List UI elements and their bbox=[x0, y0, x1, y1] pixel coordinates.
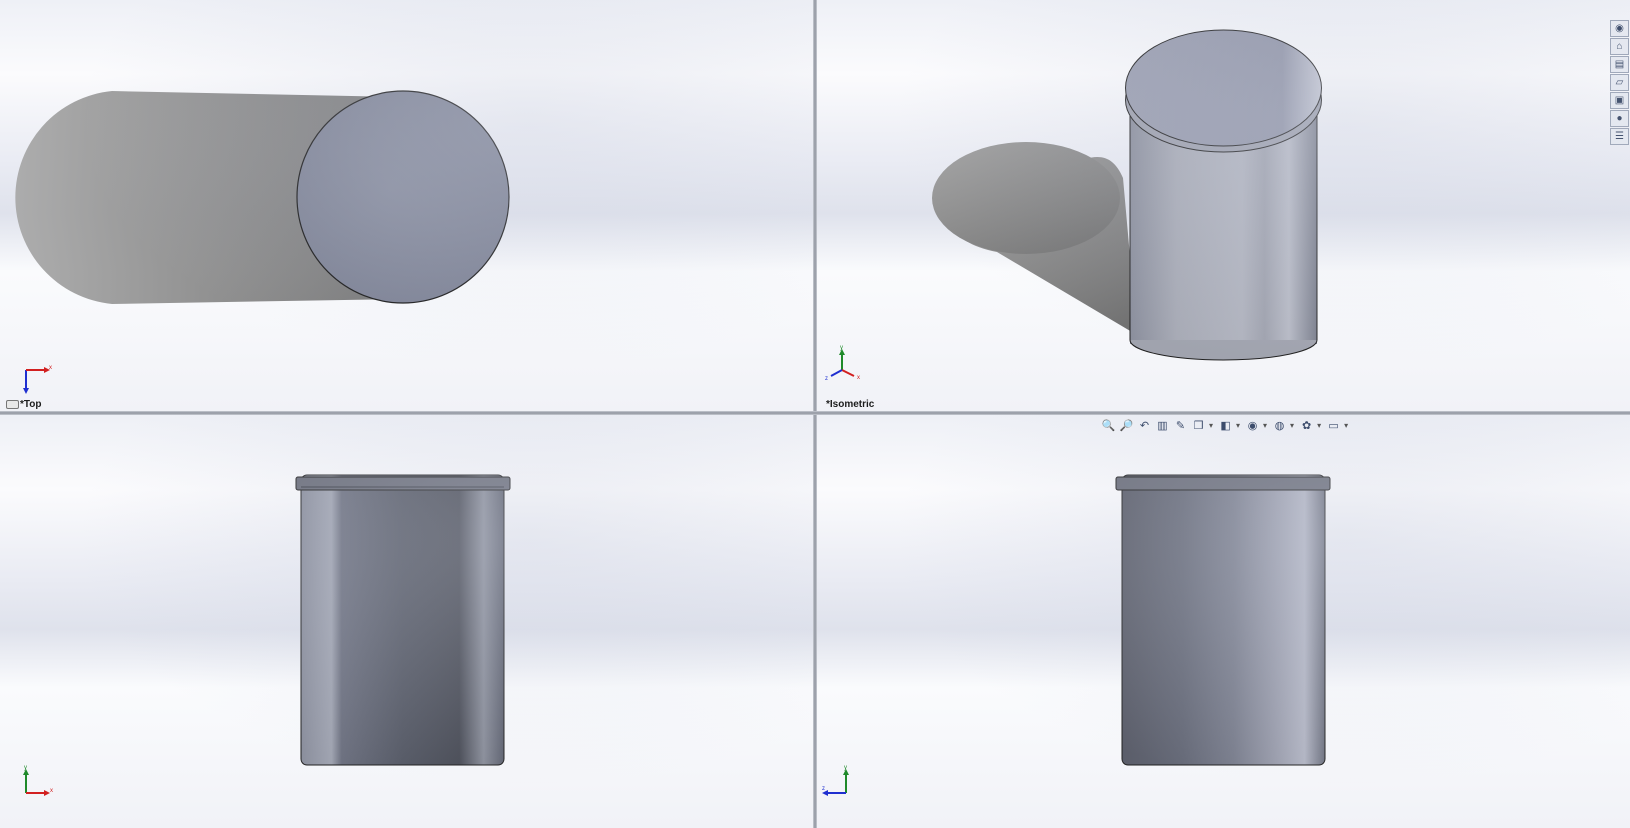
viewport-isometric[interactable]: x y z *Isometric ◉ ⌂ ▤ ▱ ▣ ● ☰ bbox=[817, 0, 1630, 411]
home-icon[interactable]: ⌂ bbox=[1610, 38, 1629, 55]
apply-scene-icon[interactable]: ✿ bbox=[1299, 418, 1314, 433]
hide-show-items-icon[interactable]: ◉ bbox=[1245, 418, 1260, 433]
zoom-to-fit-icon[interactable]: 🔍 bbox=[1101, 418, 1116, 433]
isometric-view-scene bbox=[932, 29, 1322, 361]
svg-text:y: y bbox=[24, 765, 27, 771]
view-settings-icon[interactable]: ▭ bbox=[1326, 418, 1341, 433]
cylinder-lid bbox=[1115, 476, 1331, 491]
top-view-scene bbox=[15, 90, 510, 304]
triad-front: x y bbox=[23, 765, 53, 796]
task-pane: ◉ ⌂ ▤ ▱ ▣ ● ☰ bbox=[1610, 20, 1630, 145]
chevron-down-icon[interactable]: ▾ bbox=[1344, 421, 1348, 430]
cylinder-lid-face bbox=[1125, 29, 1322, 147]
edit-appearance-icon[interactable]: ◍ bbox=[1272, 418, 1287, 433]
triad-right: y z bbox=[822, 765, 849, 796]
file-explorer-icon[interactable]: ▱ bbox=[1610, 74, 1629, 91]
svg-text:y: y bbox=[844, 765, 847, 771]
chevron-down-icon[interactable]: ▾ bbox=[1209, 421, 1213, 430]
design-library-icon[interactable]: ▤ bbox=[1610, 56, 1629, 73]
svg-text:z: z bbox=[825, 376, 828, 382]
triad-top: x bbox=[23, 365, 52, 394]
svg-text:x: x bbox=[49, 365, 52, 371]
svg-text:y: y bbox=[840, 345, 843, 351]
viewport-right[interactable]: y z bbox=[817, 415, 1630, 828]
svg-text:z: z bbox=[822, 786, 825, 792]
viewport-front[interactable]: x y bbox=[0, 415, 813, 828]
custom-properties-icon[interactable]: ☰ bbox=[1610, 128, 1629, 145]
front-view-scene bbox=[295, 474, 511, 766]
display-style-icon[interactable]: ◧ bbox=[1218, 418, 1233, 433]
cylinder-body bbox=[300, 474, 505, 766]
svg-text:x: x bbox=[857, 375, 860, 381]
appearances-icon[interactable]: ● bbox=[1610, 110, 1629, 127]
view-palette-icon[interactable]: ▣ bbox=[1610, 92, 1629, 109]
triad-isometric: x y z bbox=[825, 345, 860, 382]
svg-text:x: x bbox=[50, 788, 53, 794]
chevron-down-icon[interactable]: ▾ bbox=[1236, 421, 1240, 430]
cylinder-lid bbox=[295, 476, 511, 491]
viewport-top[interactable]: x *Top bbox=[0, 0, 813, 411]
view-orientation-icon[interactable]: ❒ bbox=[1191, 418, 1206, 433]
right-view-scene bbox=[1115, 474, 1331, 766]
zoom-to-area-icon[interactable]: 🔎 bbox=[1119, 418, 1134, 433]
chevron-down-icon[interactable]: ▾ bbox=[1263, 421, 1267, 430]
viewport-label-isometric: *Isometric bbox=[826, 399, 875, 410]
viewport-menu-icon[interactable] bbox=[6, 400, 19, 409]
solidworks-resources-icon[interactable]: ◉ bbox=[1610, 20, 1629, 37]
dynamic-annotation-icon[interactable]: ✎ bbox=[1173, 418, 1188, 433]
previous-view-icon[interactable]: ↶ bbox=[1137, 418, 1152, 433]
cylinder-body bbox=[1121, 474, 1326, 766]
viewport-splitter-horizontal[interactable] bbox=[0, 411, 1630, 415]
cylinder-top-face bbox=[296, 90, 510, 304]
section-view-icon[interactable]: ▥ bbox=[1155, 418, 1170, 433]
heads-up-view-toolbar: 🔍 🔎 ↶ ▥ ✎ ❒ ▾ ◧ ▾ ◉ ▾ ◍ ▾ ✿ ▾ ▭ ▾ bbox=[1101, 416, 1350, 434]
chevron-down-icon[interactable]: ▾ bbox=[1317, 421, 1321, 430]
chevron-down-icon[interactable]: ▾ bbox=[1290, 421, 1294, 430]
viewport-label-top: *Top bbox=[20, 399, 42, 410]
